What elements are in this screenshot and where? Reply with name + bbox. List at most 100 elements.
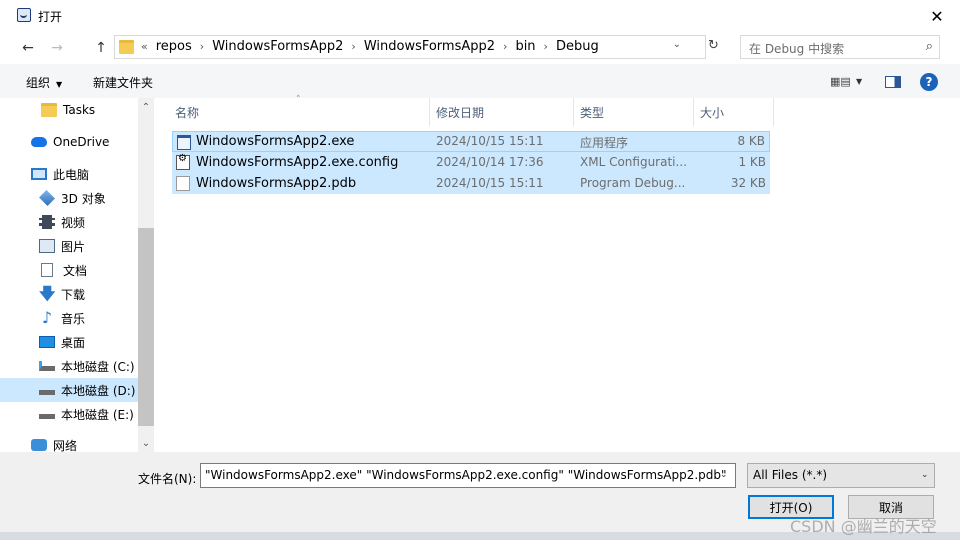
column-header-label: 大小 bbox=[700, 105, 725, 120]
scroll-up-icon[interactable]: ⌃ bbox=[138, 99, 154, 115]
organize-button[interactable]: 组织 ▼ bbox=[26, 74, 62, 91]
file-type: Program Debug... bbox=[580, 176, 686, 190]
column-header-name[interactable]: ˄ 名称 bbox=[156, 95, 430, 126]
filename-label: 文件名(N): bbox=[138, 472, 197, 486]
cube-icon bbox=[39, 190, 55, 206]
crumb-project[interactable]: WindowsFormsApp2 bbox=[364, 39, 495, 54]
file-date: 2024/10/15 15:11 bbox=[436, 134, 544, 148]
music-note-icon: ♪ bbox=[41, 308, 53, 327]
sidebar-item-label: 网络 bbox=[53, 438, 78, 453]
new-folder-button[interactable]: 新建文件夹 bbox=[93, 74, 153, 91]
up-button[interactable]: ↑ bbox=[91, 38, 111, 58]
file-size: 32 KB bbox=[730, 176, 766, 190]
sidebar-item-label: OneDrive bbox=[53, 135, 110, 149]
column-header-label: 类型 bbox=[580, 105, 605, 120]
sidebar-item-this-pc[interactable]: 此电脑 bbox=[0, 163, 138, 185]
search-icon[interactable]: ⌕ bbox=[926, 39, 933, 54]
film-icon bbox=[39, 215, 55, 229]
navigation-bar: ← → ↑ « repos › WindowsFormsApp2 › Windo… bbox=[0, 32, 960, 64]
crumb-debug[interactable]: Debug bbox=[556, 39, 599, 54]
network-icon bbox=[31, 439, 47, 451]
address-dropdown-icon[interactable]: ⌄ bbox=[673, 39, 681, 50]
close-icon: ✕ bbox=[930, 6, 944, 26]
help-icon[interactable]: ? bbox=[920, 73, 938, 91]
filename-dropdown-icon[interactable]: ⌄ bbox=[720, 470, 728, 480]
caret-down-icon: ▼ bbox=[56, 80, 63, 89]
file-type: 应用程序 bbox=[580, 136, 629, 150]
sidebar-item-label: 桌面 bbox=[61, 335, 86, 350]
sidebar-item-drive-c[interactable]: 本地磁盘 (C:) bbox=[0, 355, 138, 377]
file-type: XML Configurati... bbox=[580, 155, 687, 169]
search-box[interactable]: 在 Debug 中搜索 ⌕ bbox=[740, 35, 940, 59]
sidebar-item-label: 文档 bbox=[63, 263, 88, 278]
back-button[interactable]: ← bbox=[18, 38, 38, 58]
column-header-date[interactable]: 修改日期 bbox=[430, 98, 574, 126]
forward-button[interactable]: → bbox=[47, 38, 67, 58]
generic-file-icon bbox=[176, 176, 190, 191]
view-caret-icon[interactable]: ▼ bbox=[856, 77, 862, 86]
crumb-repos[interactable]: repos bbox=[156, 39, 192, 54]
executable-file-icon bbox=[177, 135, 191, 150]
picture-icon bbox=[39, 239, 55, 253]
sidebar-item-pictures[interactable]: 图片 bbox=[0, 235, 138, 257]
sidebar-item-label: 图片 bbox=[61, 239, 86, 254]
document-icon bbox=[41, 263, 53, 277]
scrollbar-thumb[interactable] bbox=[138, 228, 154, 426]
folder-icon bbox=[119, 40, 134, 54]
sort-ascending-icon: ˄ bbox=[296, 95, 301, 105]
close-button[interactable]: ✕ bbox=[914, 0, 960, 32]
crumb-solution[interactable]: WindowsFormsApp2 bbox=[212, 39, 343, 54]
file-row-pdb[interactable]: WindowsFormsApp2.pdb 2024/10/15 15:11 Pr… bbox=[172, 173, 770, 194]
file-date: 2024/10/14 17:36 bbox=[436, 155, 544, 169]
desktop-icon bbox=[39, 336, 55, 348]
file-name: WindowsFormsApp2.exe bbox=[196, 134, 355, 149]
folder-icon bbox=[41, 103, 57, 117]
window-title: 打开 bbox=[38, 10, 63, 24]
column-header-type[interactable]: 类型 bbox=[574, 98, 694, 126]
file-name: WindowsFormsApp2.exe.config bbox=[196, 155, 399, 170]
column-header-size[interactable]: 大小 bbox=[694, 98, 774, 126]
sidebar-item-tasks[interactable]: Tasks bbox=[0, 99, 138, 121]
filter-dropdown-icon[interactable]: ⌄ bbox=[921, 470, 929, 480]
watermark: CSDN @幽兰的天空 bbox=[790, 517, 937, 536]
sidebar-item-videos[interactable]: 视频 bbox=[0, 211, 138, 233]
cloud-icon bbox=[31, 137, 47, 147]
view-options-icon[interactable]: ▦▤ bbox=[830, 75, 851, 88]
file-date: 2024/10/15 15:11 bbox=[436, 176, 544, 190]
sidebar-item-drive-d[interactable]: 本地磁盘 (D:) bbox=[0, 378, 138, 402]
overflow-chevron-icon[interactable]: « bbox=[141, 40, 148, 53]
file-row-config[interactable]: WindowsFormsApp2.exe.config 2024/10/14 1… bbox=[172, 152, 770, 173]
filename-input[interactable]: "WindowsFormsApp2.exe" "WindowsFormsApp2… bbox=[200, 463, 736, 488]
address-bar[interactable]: « repos › WindowsFormsApp2 › WindowsForm… bbox=[114, 35, 706, 59]
file-type-select[interactable]: All Files (*.*) bbox=[747, 463, 935, 488]
crumb-separator-icon[interactable]: › bbox=[503, 40, 507, 53]
crumb-separator-icon[interactable]: › bbox=[351, 40, 355, 53]
column-header-label: 名称 bbox=[175, 105, 200, 120]
refresh-icon[interactable]: ↻ bbox=[708, 38, 726, 56]
sidebar-item-downloads[interactable]: 🡇 下载 bbox=[0, 283, 138, 305]
sidebar-item-label: 本地磁盘 (E:) bbox=[61, 407, 134, 422]
sidebar-item-label: 下载 bbox=[61, 287, 86, 302]
system-drive-icon bbox=[39, 361, 55, 371]
sidebar-item-documents[interactable]: 文档 bbox=[0, 259, 138, 281]
sidebar-item-onedrive[interactable]: OneDrive bbox=[0, 131, 138, 153]
scroll-down-icon[interactable]: ⌄ bbox=[138, 435, 154, 451]
breadcrumb: « repos › WindowsFormsApp2 › WindowsForm… bbox=[141, 39, 599, 54]
crumb-separator-icon[interactable]: › bbox=[544, 40, 548, 53]
sidebar-item-3d-objects[interactable]: 3D 对象 bbox=[0, 187, 138, 209]
file-row-exe[interactable]: WindowsFormsApp2.exe 2024/10/15 15:11 应用… bbox=[172, 131, 770, 152]
crumb-separator-icon[interactable]: › bbox=[200, 40, 204, 53]
command-bar: 组织 ▼ 新建文件夹 ▦▤ ▼ ? bbox=[0, 64, 960, 98]
download-arrow-icon: 🡇 bbox=[39, 284, 56, 303]
sidebar-scrollbar[interactable]: ⌃ ⌄ bbox=[138, 98, 154, 452]
sidebar-item-desktop[interactable]: 桌面 bbox=[0, 331, 138, 353]
sidebar-item-label: 3D 对象 bbox=[61, 191, 106, 206]
sidebar-item-music[interactable]: ♪ 音乐 bbox=[0, 307, 138, 329]
search-placeholder: 在 Debug 中搜索 bbox=[749, 42, 845, 56]
navigation-pane: Tasks OneDrive 此电脑 3D 对象 视频 图片 文档 🡇 下载 ♪ 音… bbox=[0, 98, 154, 453]
drive-icon bbox=[39, 409, 55, 419]
sidebar-item-label: 本地磁盘 (D:) bbox=[61, 383, 136, 398]
crumb-bin[interactable]: bin bbox=[515, 39, 535, 54]
sidebar-item-drive-e[interactable]: 本地磁盘 (E:) bbox=[0, 403, 138, 425]
preview-pane-icon[interactable] bbox=[885, 76, 901, 88]
